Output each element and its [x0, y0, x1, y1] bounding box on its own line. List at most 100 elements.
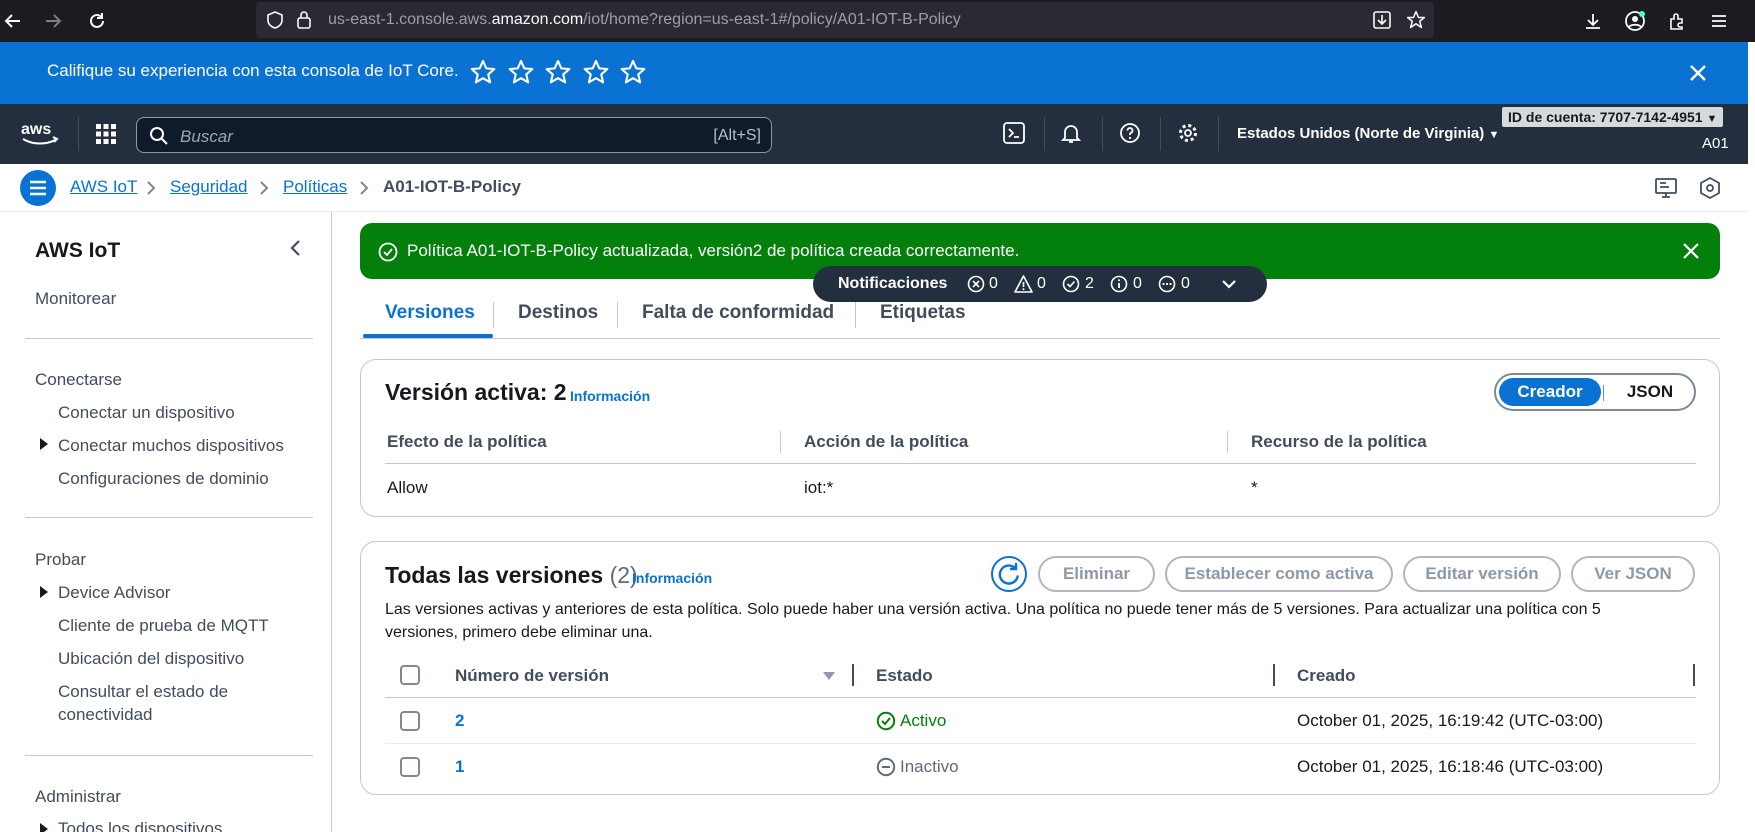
info-link[interactable]: Información: [570, 388, 650, 404]
column-header-accion: Acción de la política: [804, 432, 969, 451]
bell-icon[interactable]: [1060, 122, 1084, 146]
all-versions-title: Todas las versiones (2): [385, 562, 638, 588]
breadcrumb-aws-iot[interactable]: AWS IoT: [70, 177, 137, 197]
close-icon[interactable]: [1686, 61, 1710, 85]
sidebar-item-device-advisor[interactable]: Device Advisor: [58, 583, 170, 603]
gear-icon[interactable]: [1177, 122, 1201, 146]
created-date: October 01, 2025, 16:19:42 (UTC-03:00): [1297, 711, 1604, 730]
downloads-icon[interactable]: [1580, 8, 1606, 34]
url-bar[interactable]: us-east-1.console.aws.amazon.com/iot/hom…: [256, 2, 1434, 38]
cloudshell-icon[interactable]: [1003, 122, 1027, 146]
column-header-version[interactable]: Número de versión: [455, 666, 609, 686]
column-divider: [780, 431, 781, 453]
column-resizer[interactable]: [1273, 664, 1275, 686]
rating-star-icon[interactable]: [507, 58, 535, 86]
toggle-creador[interactable]: Creador: [1499, 378, 1601, 406]
nav-divider: [1160, 117, 1161, 151]
account-user[interactable]: A01: [1702, 135, 1729, 152]
status-text: Activo: [900, 711, 947, 730]
toggle-divider: [1603, 385, 1604, 401]
view-json-button[interactable]: Ver JSON: [1571, 556, 1695, 592]
account-icon[interactable]: [1622, 8, 1648, 34]
table-header-line: [385, 463, 1696, 464]
rating-star-icon[interactable]: [544, 58, 572, 86]
tab-etiquetas[interactable]: Etiquetas: [880, 302, 966, 324]
toggle-json[interactable]: JSON: [1608, 378, 1692, 406]
error-count: 0: [989, 275, 998, 292]
lock-icon[interactable]: [296, 10, 312, 30]
side-navigation-toggle[interactable]: [20, 170, 56, 206]
url-text: us-east-1.console.aws.amazon.com/iot/hom…: [328, 11, 961, 28]
account-id-menu[interactable]: ID de cuenta: 7707-7142-4951 ▼: [1502, 107, 1724, 127]
sidebar-item-configuraciones-dominio[interactable]: Configuraciones de dominio: [58, 469, 269, 489]
bookmark-star-icon[interactable]: [1406, 10, 1426, 30]
aws-logo[interactable]: aws: [20, 119, 60, 147]
column-header-recurso: Recurso de la política: [1251, 432, 1427, 451]
sidebar-item-conectar-dispositivo[interactable]: Conectar un dispositivo: [58, 403, 235, 423]
services-grid-icon[interactable]: [96, 124, 116, 144]
check-circle-icon: [378, 242, 398, 262]
sidebar-item-ubicacion[interactable]: Ubicación del dispositivo: [58, 649, 244, 669]
column-header-creado[interactable]: Creado: [1297, 666, 1356, 686]
sidebar-item-cliente-mqtt[interactable]: Cliente de prueba de MQTT: [58, 616, 269, 636]
delete-button[interactable]: Eliminar: [1038, 556, 1155, 592]
version-link[interactable]: 1: [455, 757, 464, 777]
collapse-sidebar-icon[interactable]: [288, 238, 304, 258]
sort-descending-icon[interactable]: [822, 671, 836, 681]
column-resizer[interactable]: [852, 664, 854, 686]
tab-divider: [617, 302, 618, 328]
sidebar-item-monitorear[interactable]: Monitorear: [35, 289, 116, 309]
tab-destinos[interactable]: Destinos: [518, 302, 598, 324]
set-active-button[interactable]: Establecer como activa: [1165, 556, 1393, 592]
tab-versiones[interactable]: Versiones: [385, 302, 475, 324]
row-checkbox[interactable]: [400, 757, 420, 777]
tab-falta-conformidad[interactable]: Falta de conformidad: [642, 302, 834, 324]
tab-divider: [493, 302, 494, 328]
row-checkbox[interactable]: [400, 711, 420, 731]
sidebar-item-conectar-muchos[interactable]: Conectar muchos dispositivos: [58, 436, 284, 456]
close-icon[interactable]: [1682, 242, 1700, 260]
refresh-button[interactable]: [991, 556, 1027, 592]
extensions-icon[interactable]: [1664, 8, 1690, 34]
search-shortcut: [Alt+S]: [713, 127, 761, 144]
column-header-efecto: Efecto de la política: [387, 432, 547, 451]
reader-mode-icon[interactable]: [1372, 10, 1392, 30]
forward-icon[interactable]: [40, 8, 66, 34]
chevron-down-icon[interactable]: [1221, 278, 1237, 290]
settings-hexagon-icon[interactable]: [1699, 177, 1721, 199]
nav-divider: [1044, 117, 1045, 151]
select-all-checkbox[interactable]: [400, 665, 420, 685]
notifications-bar[interactable]: Notificaciones 0 0 2 0 0: [813, 266, 1267, 302]
rating-star-icon[interactable]: [469, 58, 497, 86]
hamburger-menu-icon[interactable]: [1706, 8, 1732, 34]
version-link[interactable]: 2: [455, 711, 464, 731]
breadcrumb-seguridad[interactable]: Seguridad: [170, 177, 248, 197]
sidebar-section-probar: Probar: [35, 550, 87, 569]
edit-version-button[interactable]: Editar versión: [1403, 556, 1561, 592]
column-header-estado[interactable]: Estado: [876, 666, 933, 686]
caret-right-icon[interactable]: [39, 823, 49, 832]
progress-count: 0: [1181, 275, 1190, 292]
view-mode-toggle: Creador JSON: [1494, 373, 1696, 411]
caret-right-icon[interactable]: [39, 586, 49, 598]
sidebar-title[interactable]: AWS IoT: [35, 239, 120, 263]
sidebar-item-consultar-estado[interactable]: Consultar el estado de: [58, 682, 228, 702]
column-resizer[interactable]: [1693, 664, 1695, 686]
rating-star-icon[interactable]: [582, 58, 610, 86]
success-count: 2: [1085, 275, 1094, 292]
feedback-display-icon[interactable]: [1655, 177, 1677, 199]
search-input[interactable]: Buscar [Alt+S]: [136, 117, 772, 153]
help-icon[interactable]: [1119, 122, 1143, 146]
region-selector[interactable]: Estados Unidos (Norte de Virginia) ▼: [1237, 125, 1499, 142]
rating-star-icon[interactable]: [619, 58, 647, 86]
shield-icon[interactable]: [266, 11, 284, 29]
info-link[interactable]: Información: [632, 570, 712, 586]
sidebar-item-todos-dispositivos[interactable]: Todos los dispositivos: [58, 819, 222, 832]
caret-right-icon[interactable]: [39, 438, 49, 450]
reload-icon[interactable]: [84, 8, 110, 34]
back-icon[interactable]: [0, 8, 26, 34]
status-active-icon: [876, 711, 896, 731]
versions-description-line2: versiones, primero debe eliminar una.: [385, 624, 653, 641]
sidebar-item-conectividad[interactable]: conectividad: [58, 705, 153, 725]
breadcrumb-politicas[interactable]: Políticas: [283, 177, 347, 197]
